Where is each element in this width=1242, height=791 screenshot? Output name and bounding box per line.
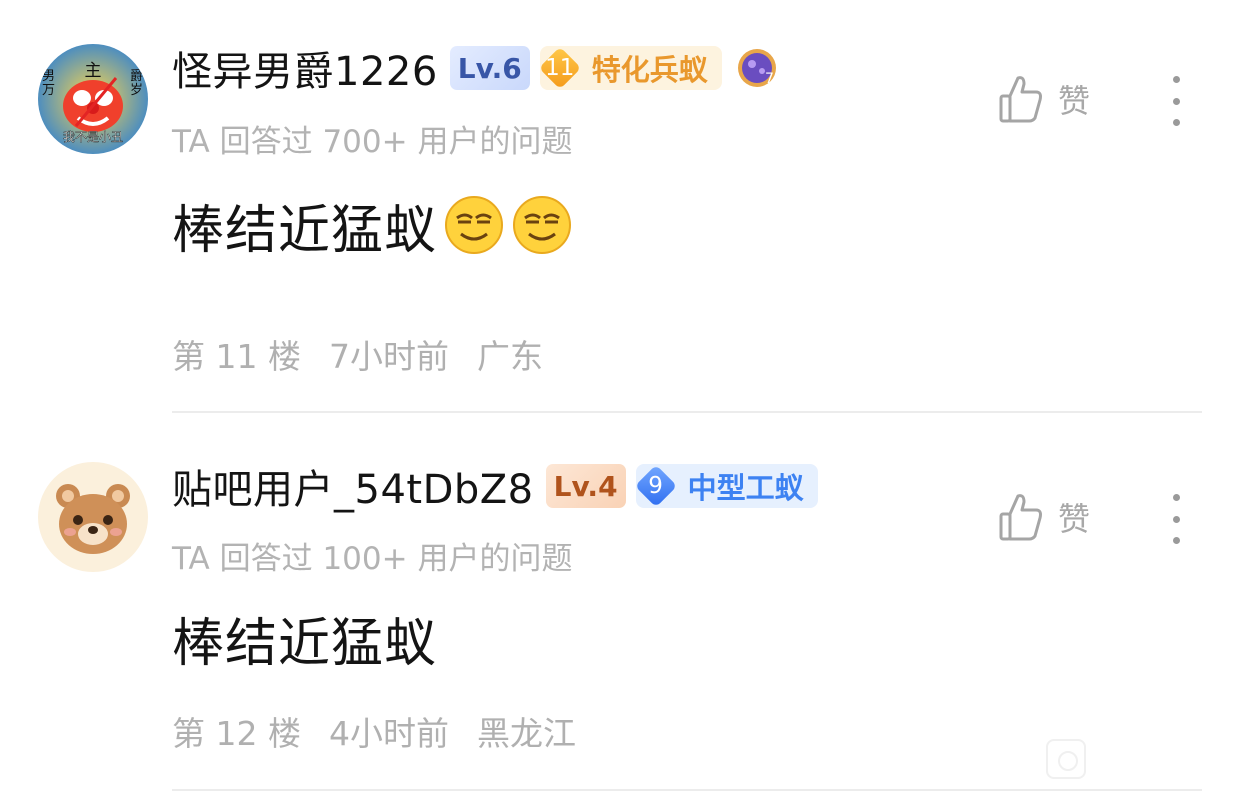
faded-overlay-icon <box>1046 739 1086 779</box>
comment-content: 棒结近猛蚁 <box>172 190 573 261</box>
post-time: 7小时前 <box>328 337 449 376</box>
svg-text:爵: 爵 <box>130 69 143 84</box>
like-label: 赞 <box>1058 82 1091 120</box>
avatar[interactable] <box>38 462 148 572</box>
floor-number: 第 11 楼 <box>172 337 301 376</box>
user-info-row: 贴吧用户_54tDbZ8 Lv.4 9 中型工蚁 <box>172 461 818 513</box>
comment-meta: 第 12 楼 4小时前 黑龙江 <box>172 707 604 755</box>
rank-number: 9 <box>648 473 663 499</box>
rank-number: 11 <box>545 55 575 81</box>
thumbs-up-icon <box>999 494 1042 541</box>
ip-location: 广东 <box>476 337 543 376</box>
comment-item: 主 男 万 爵 岁 我不是小丑 怪异男爵1226 Lv.6 11 特化兵蚁 7 … <box>0 0 1242 413</box>
more-options-button[interactable] <box>1160 76 1192 126</box>
like-label: 赞 <box>1058 500 1091 538</box>
svg-text:万: 万 <box>42 83 55 98</box>
smirk-emoji-icon <box>513 196 572 254</box>
username[interactable]: 贴吧用户_54tDbZ8 <box>172 457 534 515</box>
smirk-emoji-icon <box>445 196 504 254</box>
comment-text: 棒结近猛蚁 <box>172 200 438 261</box>
comment-content: 棒结近猛蚁 <box>172 603 438 674</box>
user-info-row: 怪异男爵1226 Lv.6 11 特化兵蚁 7 <box>172 43 778 95</box>
comment-item: 贴吧用户_54tDbZ8 Lv.4 9 中型工蚁 TA 回答过 100+ 用户的… <box>0 413 1242 791</box>
rank-title-badge: 11 特化兵蚁 <box>538 46 722 90</box>
username[interactable]: 怪异男爵1226 <box>172 39 438 97</box>
more-options-button[interactable] <box>1160 494 1192 544</box>
rank-title-badge: 9 中型工蚁 <box>634 464 818 508</box>
rank-title-label: 特化兵蚁 <box>591 53 708 87</box>
thumbs-up-icon <box>999 76 1042 123</box>
svg-text:男: 男 <box>42 69 55 84</box>
achievement-badge-icon: 7 <box>737 49 776 87</box>
svg-text:岁: 岁 <box>130 83 143 98</box>
comment-meta: 第 11 楼 7小时前 广东 <box>172 330 571 378</box>
rank-diamond-icon: 9 <box>634 464 678 508</box>
level-badge: Lv.4 <box>545 464 626 508</box>
bear-avatar-image <box>38 462 148 572</box>
floor-number: 第 12 楼 <box>172 714 301 753</box>
ip-location: 黑龙江 <box>476 714 576 753</box>
level-badge: Lv.6 <box>449 46 530 90</box>
post-time: 4小时前 <box>328 714 449 753</box>
more-vertical-icon <box>1172 76 1180 83</box>
comment-text: 棒结近猛蚁 <box>172 613 438 674</box>
answer-count-text: TA 回答过 100+ 用户的问题 <box>172 541 573 577</box>
answer-count-text: TA 回答过 700+ 用户的问题 <box>172 124 573 160</box>
clown-avatar-image: 主 男 万 爵 岁 我不是小丑 <box>38 44 148 154</box>
avatar-bottom-text: 我不是小丑 <box>63 130 123 144</box>
rank-title-label: 中型工蚁 <box>687 471 804 505</box>
avatar[interactable]: 主 男 万 爵 岁 我不是小丑 <box>38 44 148 154</box>
svg-text:7: 7 <box>765 71 774 87</box>
like-button[interactable]: 赞 <box>998 74 1090 124</box>
like-button[interactable]: 赞 <box>998 492 1090 542</box>
more-vertical-icon <box>1172 494 1180 501</box>
avatar-top-text: 主 <box>85 61 102 81</box>
rank-diamond-icon: 11 <box>538 46 582 90</box>
